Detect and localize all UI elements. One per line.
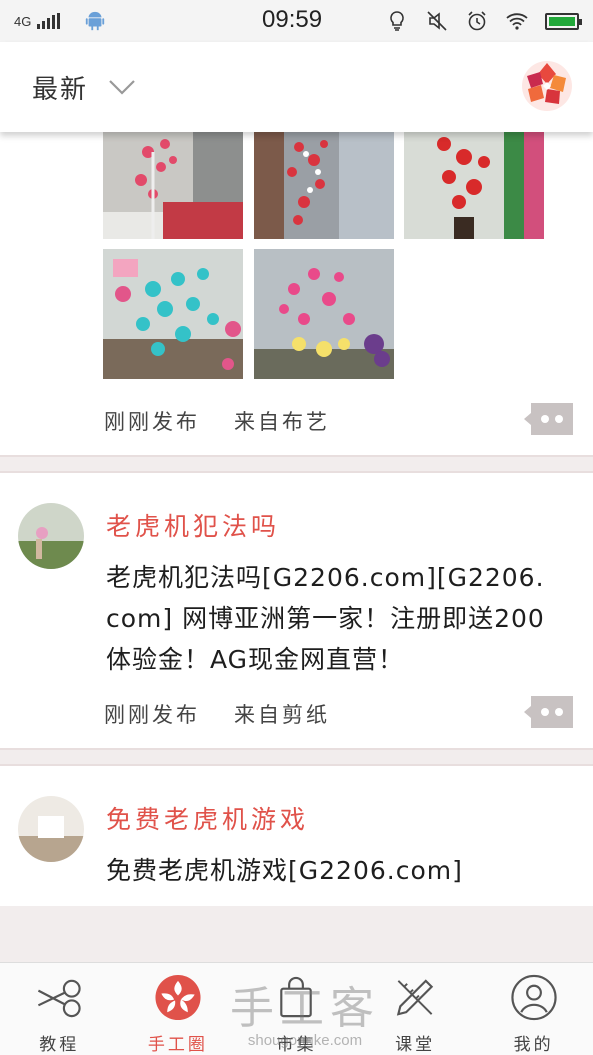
comment-icon[interactable] xyxy=(523,694,575,730)
comment-icon[interactable] xyxy=(523,401,575,437)
post-time: 刚刚发布 xyxy=(104,703,200,727)
tab-tutorial[interactable]: 教程 xyxy=(0,963,119,1055)
post-photo[interactable] xyxy=(254,249,394,379)
author-name[interactable]: 老虎机犯法吗 xyxy=(106,505,593,549)
post-time: 刚刚发布 xyxy=(104,410,200,434)
clock: 09:59 xyxy=(262,6,323,33)
filter-dropdown[interactable]: 最新 xyxy=(0,69,136,106)
status-bar: 4G 09:59 xyxy=(0,0,593,42)
flower-logo-icon xyxy=(155,974,201,1021)
tab-circle[interactable]: 手工圈 xyxy=(119,963,238,1055)
pencil-ruler-icon xyxy=(396,979,434,1016)
author-name[interactable]: 免费老虎机游戏 xyxy=(106,798,593,842)
signal-icon xyxy=(37,13,61,29)
user-icon xyxy=(511,974,557,1021)
post-body: 免费老虎机游戏 免费老虎机游戏[G2206.com] xyxy=(0,766,593,891)
tab-classroom[interactable]: 课堂 xyxy=(356,963,475,1055)
post-photo[interactable] xyxy=(254,132,394,239)
tab-label: 手工圈 xyxy=(147,1035,208,1055)
post-content: 老虎机犯法吗[G2206.com][G2206.com] 网博亚洲第一家！注册即… xyxy=(106,563,545,674)
wifi-icon xyxy=(506,13,528,30)
tab-market[interactable]: 市集 xyxy=(237,963,356,1055)
post-source[interactable]: 来自布艺 xyxy=(234,406,330,436)
tab-label: 市集 xyxy=(276,1035,317,1055)
filter-label: 最新 xyxy=(32,74,89,105)
mute-icon xyxy=(427,11,447,31)
app-logo-icon[interactable] xyxy=(521,60,573,112)
post-card[interactable]: 刚刚发布 来自布艺 xyxy=(0,132,593,455)
chevron-down-icon xyxy=(109,80,135,95)
photo-grid xyxy=(0,132,593,387)
post-source[interactable]: 来自剪纸 xyxy=(234,699,330,729)
post-card[interactable]: 老虎机犯法吗 老虎机犯法吗[G2206.com][G2206.com] 网博亚洲… xyxy=(0,473,593,748)
bottom-nav: 教程 手工圈 市集 课堂 我的 xyxy=(0,962,593,1055)
feed-list[interactable]: 刚刚发布 来自布艺 老虎机犯法吗 老虎机犯法吗[G2206.com][G2206… xyxy=(0,132,593,962)
divider xyxy=(0,455,593,473)
post-photo[interactable] xyxy=(103,132,243,239)
network-type: 4G xyxy=(14,13,32,29)
post-card[interactable]: 免费老虎机游戏 免费老虎机游戏[G2206.com] xyxy=(0,766,593,906)
battery-icon xyxy=(545,12,582,30)
post-photo[interactable] xyxy=(103,249,243,379)
tab-label: 我的 xyxy=(513,1035,554,1055)
lightbulb-icon xyxy=(390,11,404,31)
alarm-icon xyxy=(468,11,486,31)
post-body: 老虎机犯法吗 老虎机犯法吗[G2206.com][G2206.com] 网博亚洲… xyxy=(0,473,593,680)
tab-label: 课堂 xyxy=(395,1035,436,1055)
avatar[interactable] xyxy=(18,503,84,569)
tab-mine[interactable]: 我的 xyxy=(474,963,593,1055)
avatar[interactable] xyxy=(18,796,84,862)
android-icon xyxy=(86,11,105,31)
post-photo[interactable] xyxy=(404,132,544,239)
app-bar: 最新 xyxy=(0,42,593,132)
tab-label: 教程 xyxy=(39,1035,80,1055)
shopping-bag-icon xyxy=(280,976,313,1018)
post-meta: 刚刚发布 来自布艺 xyxy=(0,387,593,455)
divider xyxy=(0,748,593,766)
scissors-icon xyxy=(38,979,81,1018)
post-content: 免费老虎机游戏[G2206.com] xyxy=(106,856,463,885)
post-meta: 刚刚发布 来自剪纸 xyxy=(0,680,593,748)
